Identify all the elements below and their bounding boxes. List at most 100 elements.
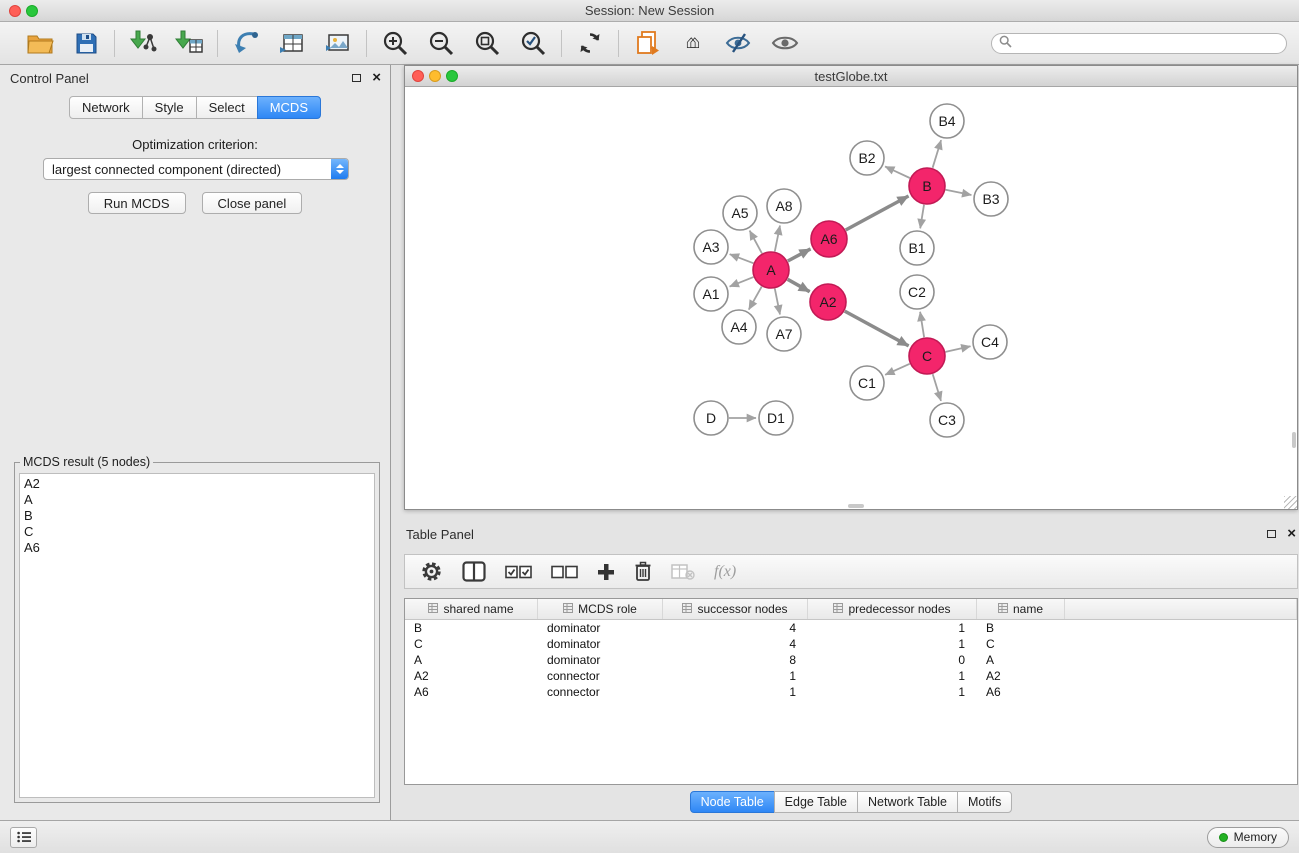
run-mcds-button[interactable]: Run MCDS [88,192,186,214]
table-cell[interactable]: A6 [405,685,538,699]
zoom-out-icon[interactable] [426,28,456,58]
table-cell[interactable]: 1 [663,685,808,699]
table-cell[interactable]: 8 [663,653,808,667]
table-cell[interactable]: 1 [808,685,977,699]
mcds-result-item[interactable]: B [24,508,370,524]
network-close-button[interactable] [412,70,424,82]
select-all-icon[interactable] [505,565,532,579]
vertical-scrollbar[interactable] [1292,432,1296,448]
table-row[interactable]: Bdominator41B [405,620,1297,636]
table-tab-node-table[interactable]: Node Table [690,791,775,813]
close-window-button[interactable] [9,5,21,17]
close-panel-button[interactable]: Close panel [202,192,303,214]
graph-node-A6[interactable]: A6 [811,221,847,257]
horizontal-scrollbar[interactable] [848,504,864,508]
graph-edge-A-A7[interactable] [775,289,780,315]
table-tab-motifs[interactable]: Motifs [957,791,1012,813]
search-box[interactable] [991,33,1287,54]
control-tab-style[interactable]: Style [142,96,197,119]
table-cell[interactable]: 1 [663,669,808,683]
copy-views-icon[interactable] [632,28,662,58]
graph-node-A7[interactable]: A7 [767,317,801,351]
graph-edge-A6-B[interactable] [846,196,909,230]
table-cell[interactable]: C [977,637,1065,651]
table-settings-gear-icon[interactable] [420,560,443,583]
graph-edge-C-C2[interactable] [920,312,924,337]
control-tab-network[interactable]: Network [69,96,143,119]
table-cell[interactable]: 1 [808,621,977,635]
table-cell[interactable]: connector [538,685,663,699]
column-header-mcds-role[interactable]: MCDS role [538,599,663,619]
import-network-file-icon[interactable] [128,28,158,58]
table-cell[interactable]: A2 [405,669,538,683]
open-file-icon[interactable] [25,28,55,58]
graph-node-A1[interactable]: A1 [694,277,728,311]
control-tab-select[interactable]: Select [196,96,258,119]
close-table-panel-icon[interactable]: × [1287,529,1296,539]
graph-node-A2[interactable]: A2 [810,284,846,320]
show-details-eye-icon[interactable] [770,28,800,58]
table-cell[interactable]: 0 [808,653,977,667]
table-cell[interactable]: dominator [538,621,663,635]
optimization-criterion-dropdown[interactable]: largest connected component (directed) [43,158,349,180]
graph-edge-B-B4[interactable] [933,140,942,168]
refresh-icon[interactable] [575,28,605,58]
graph-node-A5[interactable]: A5 [723,196,757,230]
control-tab-mcds[interactable]: MCDS [257,96,321,119]
table-cell[interactable]: 1 [808,637,977,651]
table-cell[interactable]: connector [538,669,663,683]
graph-node-B2[interactable]: B2 [850,141,884,175]
show-columns-icon[interactable] [462,561,486,582]
new-network-icon[interactable] [231,28,261,58]
graph-node-D[interactable]: D [694,401,728,435]
table-row[interactable]: A6connector11A6 [405,684,1297,700]
graph-edge-C-C4[interactable] [946,346,971,352]
add-column-icon[interactable] [597,563,615,581]
graph-edge-C-C3[interactable] [933,374,941,401]
table-row[interactable]: A2connector11A2 [405,668,1297,684]
network-canvas[interactable]: B4B2BB3A5A8A6B1A3AC2A1A2A4A7C4CC1C3DD1 [405,87,1297,509]
graph-node-C[interactable]: C [909,338,945,374]
graph-node-A[interactable]: A [753,252,789,288]
table-cell[interactable]: B [405,621,538,635]
graph-node-C3[interactable]: C3 [930,403,964,437]
graph-node-C4[interactable]: C4 [973,325,1007,359]
table-tab-edge-table[interactable]: Edge Table [774,791,858,813]
delete-column-trash-icon[interactable] [634,561,652,582]
graph-edge-A-A8[interactable] [775,226,780,252]
graph-edge-A-A4[interactable] [749,287,762,310]
mcds-result-list[interactable]: A2ABCA6 [19,473,375,798]
graph-edge-B-B2[interactable] [885,167,910,179]
network-window-titlebar[interactable]: testGlobe.txt [405,66,1297,87]
resize-grip-icon[interactable] [1284,496,1297,509]
graph-node-B4[interactable]: B4 [930,104,964,138]
graph-node-A4[interactable]: A4 [722,310,756,344]
memory-button[interactable]: Memory [1207,827,1289,848]
graph-node-A8[interactable]: A8 [767,189,801,223]
mcds-result-item[interactable]: A2 [24,476,370,492]
graph-node-C2[interactable]: C2 [900,275,934,309]
graph-edge-B-B3[interactable] [946,190,972,195]
graph-edge-A-A6[interactable] [788,249,811,261]
table-cell[interactable]: A2 [977,669,1065,683]
mcds-result-item[interactable]: A6 [24,540,370,556]
mcds-result-item[interactable]: C [24,524,370,540]
graph-node-B[interactable]: B [909,168,945,204]
mcds-result-item[interactable]: A [24,492,370,508]
export-image-icon[interactable] [323,28,353,58]
graph-edge-A-A5[interactable] [750,231,762,254]
table-cell[interactable]: B [977,621,1065,635]
graph-node-A3[interactable]: A3 [694,230,728,264]
float-table-panel-icon[interactable] [1267,530,1276,538]
table-row[interactable]: Cdominator41C [405,636,1297,652]
zoom-in-icon[interactable] [380,28,410,58]
graph-edge-A-A2[interactable] [788,279,810,291]
zoom-selected-icon[interactable] [518,28,548,58]
task-history-button[interactable] [10,827,37,848]
table-cell[interactable]: 4 [663,637,808,651]
network-graph[interactable]: B4B2BB3A5A8A6B1A3AC2A1A2A4A7C4CC1C3DD1 [405,87,1297,508]
import-table-file-icon[interactable] [174,28,204,58]
graph-edge-A-A1[interactable] [730,277,754,287]
graph-node-B1[interactable]: B1 [900,231,934,265]
network-minimize-button[interactable] [429,70,441,82]
